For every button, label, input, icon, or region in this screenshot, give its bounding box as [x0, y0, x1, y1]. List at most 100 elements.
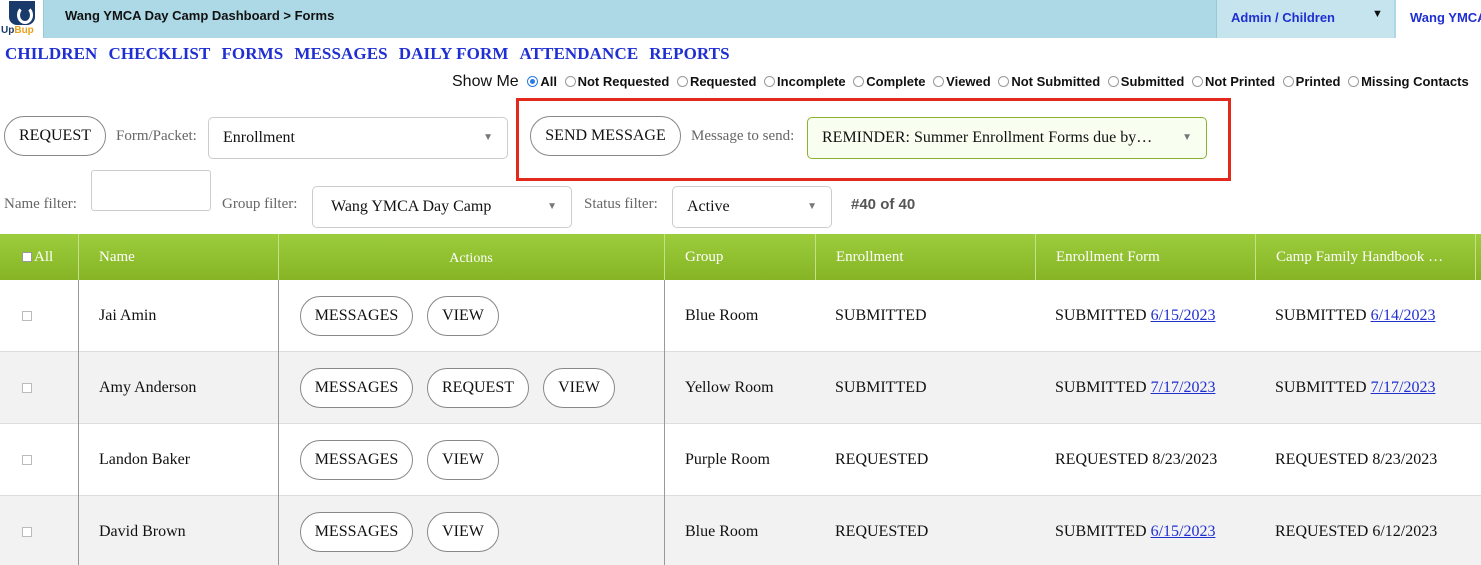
date-link[interactable]: 7/17/2023	[1371, 379, 1436, 396]
row-handbook: SUBMITTED 7/17/2023	[1275, 352, 1435, 424]
nav-attendance[interactable]: ATTENDANCE	[520, 44, 639, 63]
row-group: Yellow Room	[685, 379, 774, 396]
radio-submitted[interactable]	[1107, 76, 1119, 87]
radio-label: Not Submitted	[1011, 74, 1101, 89]
nav-checklist[interactable]: CHECKLIST	[108, 44, 210, 63]
column-divider	[664, 234, 665, 280]
radio-printed[interactable]	[1282, 76, 1294, 87]
request-row-button[interactable]: REQUEST	[427, 368, 529, 408]
radio-missing-contacts[interactable]	[1348, 76, 1360, 87]
date-link[interactable]: 6/15/2023	[1151, 307, 1216, 324]
logo-text-bup: Bup	[14, 25, 34, 36]
column-line	[78, 280, 79, 565]
select-all[interactable]: All	[22, 234, 53, 280]
send-message-button[interactable]: SEND MESSAGE	[530, 116, 681, 156]
radio-incomplete[interactable]	[764, 76, 776, 87]
status-filter-select[interactable]: Active ▼	[672, 186, 832, 228]
status-text: SUBMITTED	[1055, 307, 1147, 324]
row-handbook: SUBMITTED 6/14/2023	[1275, 280, 1435, 352]
row-group: Blue Room	[685, 523, 759, 540]
status-text: REQUESTED	[1275, 451, 1369, 468]
row-group: Purple Room	[685, 451, 770, 468]
logo-text: UpBup	[1, 25, 34, 36]
row-enrollment-form: SUBMITTED 6/15/2023	[1055, 496, 1215, 565]
column-group[interactable]: Group	[685, 234, 723, 280]
nav-forms[interactable]: FORMS	[221, 44, 283, 63]
date-link[interactable]: 6/14/2023	[1371, 307, 1436, 324]
status-text: SUBMITTED	[1055, 523, 1147, 540]
column-enrollment-form[interactable]: Enrollment Form	[1056, 234, 1160, 280]
row-handbook: REQUESTED 6/12/2023	[1275, 496, 1437, 565]
column-camp-family-handbook[interactable]: Camp Family Handbook …	[1276, 234, 1466, 280]
table-row: Jai Amin MESSAGES VIEW Blue Room SUBMITT…	[0, 280, 1481, 352]
main-nav: CHILDREN CHECKLIST FORMS MESSAGES DAILY …	[5, 44, 737, 64]
radio-not-requested[interactable]	[564, 76, 576, 87]
radio-label: Submitted	[1120, 74, 1185, 89]
request-button[interactable]: REQUEST	[4, 116, 106, 156]
group-filter-label: Group filter:	[222, 196, 298, 212]
nav-reports[interactable]: REPORTS	[649, 44, 729, 63]
column-divider	[1035, 234, 1036, 280]
caret-down-icon: ▼	[1182, 132, 1192, 143]
column-enrollment[interactable]: Enrollment	[836, 234, 904, 280]
radio-requested[interactable]	[676, 76, 688, 87]
row-checkbox[interactable]	[22, 311, 32, 321]
radio-label: Requested	[689, 74, 757, 89]
messages-button[interactable]: MESSAGES	[300, 368, 413, 408]
show-me-title: Show Me	[452, 73, 519, 90]
row-checkbox[interactable]	[22, 455, 32, 465]
radio-viewed[interactable]	[933, 76, 945, 87]
select-all-checkbox[interactable]	[22, 252, 32, 262]
select-all-label: All	[34, 249, 54, 265]
show-me-filter: Show Me All Not Requested Requested Inco…	[452, 73, 1473, 91]
message-value: REMINDER: Summer Enrollment Forms due by…	[822, 129, 1153, 146]
form-packet-select[interactable]: Enrollment ▼	[208, 117, 508, 159]
row-enrollment-form: SUBMITTED 6/15/2023	[1055, 280, 1215, 352]
upbup-logo[interactable]: UpBup	[0, 0, 44, 38]
messages-button[interactable]: MESSAGES	[300, 296, 413, 336]
status-filter-value: Active	[687, 198, 730, 215]
date-link[interactable]: 7/17/2023	[1151, 379, 1216, 396]
view-button[interactable]: VIEW	[427, 512, 499, 552]
row-name: Jai Amin	[99, 307, 157, 324]
logo-icon	[9, 1, 35, 25]
view-button[interactable]: VIEW	[427, 296, 499, 336]
column-name[interactable]: Name	[99, 234, 135, 280]
radio-all[interactable]	[527, 76, 539, 87]
nav-daily-form[interactable]: DAILY FORM	[399, 44, 509, 63]
name-filter-input[interactable]	[91, 170, 211, 211]
radio-label: Missing Contacts	[1361, 74, 1469, 89]
row-name: Landon Baker	[99, 451, 191, 468]
date-text: 8/23/2023	[1152, 451, 1218, 468]
table-row: Landon Baker MESSAGES VIEW Purple Room R…	[0, 424, 1481, 496]
view-button[interactable]: VIEW	[427, 440, 499, 480]
date-text: 8/23/2023	[1372, 451, 1438, 468]
radio-label: Not Requested	[577, 74, 670, 89]
radio-label: Incomplete	[777, 74, 846, 89]
messages-button[interactable]: MESSAGES	[300, 512, 413, 552]
date-text: 6/12/2023	[1372, 523, 1438, 540]
row-name: Amy Anderson	[99, 379, 197, 396]
group-filter-value: Wang YMCA Day Camp	[331, 198, 492, 215]
nav-messages[interactable]: MESSAGES	[294, 44, 387, 63]
admin-role-select[interactable]: Admin / Children ▼	[1216, 0, 1394, 38]
radio-not-printed[interactable]	[1191, 76, 1203, 87]
admin-role-label: Admin / Children	[1231, 10, 1335, 25]
message-select[interactable]: REMINDER: Summer Enrollment Forms due by…	[807, 117, 1207, 159]
nav-children[interactable]: CHILDREN	[5, 44, 97, 63]
column-divider	[815, 234, 816, 280]
group-filter-select[interactable]: Wang YMCA Day Camp ▼	[312, 186, 572, 228]
table-row: David Brown MESSAGES VIEW Blue Room REQU…	[0, 496, 1481, 565]
row-enrollment-form: REQUESTED 8/23/2023	[1055, 424, 1217, 496]
row-checkbox[interactable]	[22, 527, 32, 537]
view-button[interactable]: VIEW	[543, 368, 615, 408]
row-enrollment: REQUESTED	[835, 451, 929, 468]
radio-complete[interactable]	[853, 76, 865, 87]
row-checkbox[interactable]	[22, 383, 32, 393]
status-filter-label: Status filter:	[584, 196, 658, 212]
radio-not-submitted[interactable]	[998, 76, 1010, 87]
row-name: David Brown	[99, 523, 186, 540]
messages-button[interactable]: MESSAGES	[300, 440, 413, 480]
date-link[interactable]: 6/15/2023	[1151, 523, 1216, 540]
site-tab[interactable]: Wang YMCA	[1396, 0, 1481, 38]
